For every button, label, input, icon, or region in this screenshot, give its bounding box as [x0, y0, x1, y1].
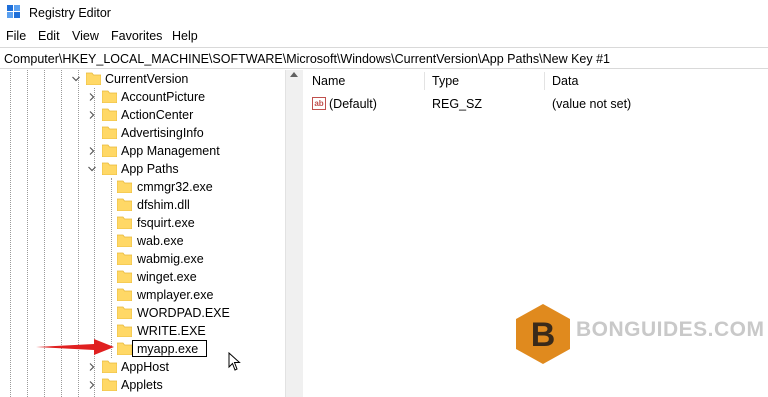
- title-bar: Registry Editor: [0, 0, 768, 26]
- tree-label: wabmig.exe: [137, 252, 204, 266]
- window-title: Registry Editor: [29, 6, 111, 20]
- value-type: REG_SZ: [432, 97, 483, 111]
- column-header-name[interactable]: Name: [312, 74, 345, 88]
- tree-node-winget[interactable]: winget.exe: [0, 268, 285, 286]
- menu-favorites[interactable]: Favorites: [111, 29, 162, 43]
- menu-file[interactable]: File: [6, 29, 26, 43]
- folder-icon: [102, 90, 117, 103]
- tree-label: WORDPAD.EXE: [137, 306, 230, 320]
- tree-label: Applets: [121, 378, 163, 392]
- folder-icon: [102, 360, 117, 373]
- tree-label: fsquirt.exe: [137, 216, 195, 230]
- tree-node-currentversion[interactable]: CurrentVersion: [0, 70, 285, 88]
- rename-text: myapp.exe: [137, 342, 199, 356]
- tree-label: AppHost: [121, 360, 169, 374]
- tree-node-apphost[interactable]: AppHost: [0, 358, 285, 376]
- tree-label: App Management: [121, 144, 220, 158]
- bonguides-logo-icon: B: [516, 304, 570, 364]
- folder-icon: [86, 72, 101, 85]
- chevron-down-icon[interactable]: [72, 75, 80, 83]
- tree-label: CurrentVersion: [105, 72, 189, 86]
- value-name[interactable]: (Default): [329, 95, 377, 113]
- folder-icon: [102, 126, 117, 139]
- tree-label: winget.exe: [137, 270, 197, 284]
- scroll-up-icon[interactable]: [290, 72, 298, 77]
- tree-node-wmplayer[interactable]: wmplayer.exe: [0, 286, 285, 304]
- tree-node-dfshim[interactable]: dfshim.dll: [0, 196, 285, 214]
- folder-icon: [117, 216, 132, 229]
- address-path: Computer\HKEY_LOCAL_MACHINE\SOFTWARE\Mic…: [4, 52, 610, 66]
- chevron-right-icon[interactable]: [88, 147, 96, 155]
- tree-node-wordpad[interactable]: WORDPAD.EXE: [0, 304, 285, 322]
- column-header-type[interactable]: Type: [432, 74, 459, 88]
- folder-icon: [117, 342, 132, 355]
- tree-label: ActionCenter: [121, 108, 194, 122]
- tree-node-app-management[interactable]: App Management: [0, 142, 285, 160]
- folder-icon: [117, 198, 132, 211]
- tree-label: AccountPicture: [121, 90, 206, 104]
- tree-label: AdvertisingInfo: [121, 126, 204, 140]
- tree-label: cmmgr32.exe: [137, 180, 213, 194]
- folder-icon: [117, 306, 132, 319]
- tree-node-app-paths[interactable]: App Paths: [0, 160, 285, 178]
- tree-node-wabmig[interactable]: wabmig.exe: [0, 250, 285, 268]
- tree-label: App Paths: [121, 162, 179, 176]
- chevron-down-icon[interactable]: [88, 165, 96, 173]
- folder-icon: [117, 270, 132, 283]
- column-header-data[interactable]: Data: [552, 74, 578, 88]
- value-data: (value not set): [552, 97, 632, 111]
- tree-label: wab.exe: [137, 234, 184, 248]
- svg-text:B: B: [531, 316, 556, 354]
- rename-input[interactable]: myapp.exe: [132, 340, 207, 357]
- tree-node-fsquirt[interactable]: fsquirt.exe: [0, 214, 285, 232]
- menu-view[interactable]: View: [72, 29, 99, 43]
- chevron-right-icon[interactable]: [88, 93, 96, 101]
- folder-icon: [117, 252, 132, 265]
- tree-node-advertisinginfo[interactable]: AdvertisingInfo: [0, 124, 285, 142]
- chevron-right-icon[interactable]: [88, 111, 96, 119]
- tree-label: wmplayer.exe: [137, 288, 214, 302]
- menu-help[interactable]: Help: [172, 29, 198, 43]
- tree-label: dfshim.dll: [137, 198, 190, 212]
- folder-icon: [117, 234, 132, 247]
- registry-editor-icon: [7, 5, 20, 18]
- tree-node-wab[interactable]: wab.exe: [0, 232, 285, 250]
- tree-node-cmmgr32[interactable]: cmmgr32.exe: [0, 178, 285, 196]
- folder-icon: [117, 324, 132, 337]
- folder-icon: [102, 108, 117, 121]
- folder-icon: [102, 378, 117, 391]
- tree-node-accountpicture[interactable]: AccountPicture: [0, 88, 285, 106]
- column-divider[interactable]: [544, 72, 545, 90]
- folder-icon: [102, 144, 117, 157]
- folder-icon: [117, 180, 132, 193]
- tree-scrollbar[interactable]: [285, 70, 303, 397]
- tree-node-applets[interactable]: Applets: [0, 376, 285, 394]
- folder-icon: [117, 288, 132, 301]
- red-arrow-icon: [36, 339, 114, 355]
- menu-bar: File Edit View Favorites Help: [0, 26, 768, 46]
- string-value-icon: ab: [312, 97, 326, 110]
- chevron-right-icon[interactable]: [88, 381, 96, 389]
- column-divider[interactable]: [424, 72, 425, 90]
- watermark-text: BONGUIDES.COM: [576, 318, 765, 341]
- folder-icon: [102, 162, 117, 175]
- menu-edit[interactable]: Edit: [38, 29, 60, 43]
- tree-node-actioncenter[interactable]: ActionCenter: [0, 106, 285, 124]
- tree-label: WRITE.EXE: [137, 324, 206, 338]
- address-bar[interactable]: Computer\HKEY_LOCAL_MACHINE\SOFTWARE\Mic…: [0, 47, 768, 69]
- mouse-cursor-icon: [228, 352, 241, 371]
- chevron-right-icon[interactable]: [88, 363, 96, 371]
